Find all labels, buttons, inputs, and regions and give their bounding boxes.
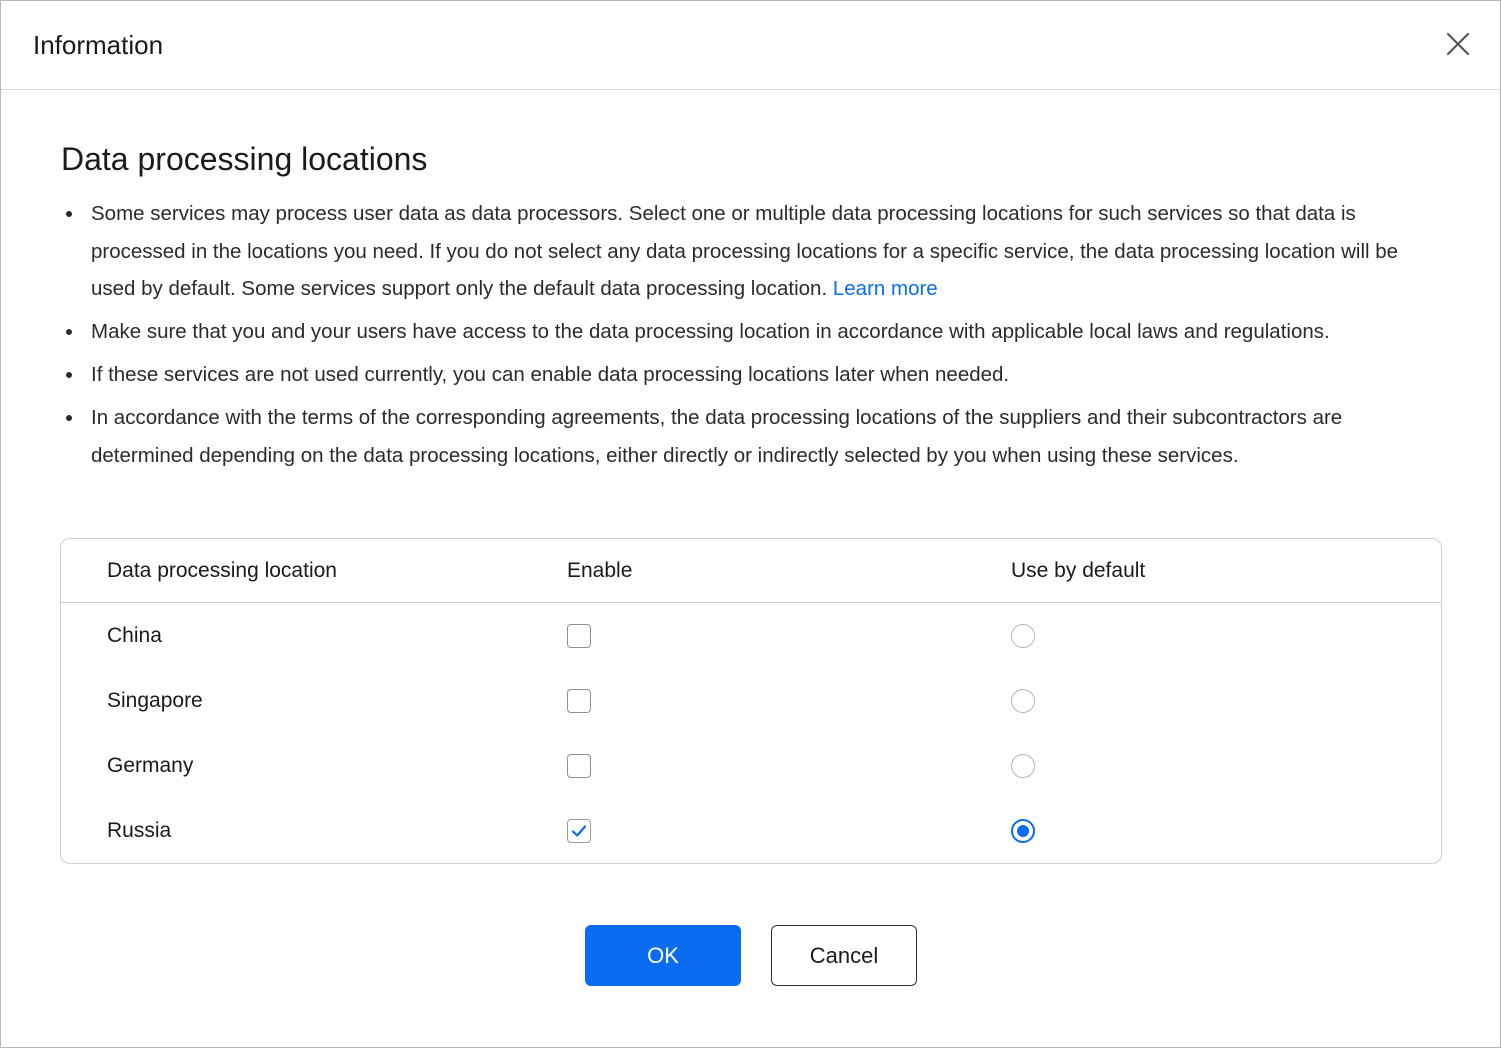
- bullet-dot-icon: [66, 329, 72, 335]
- default-radio-germany[interactable]: [1011, 754, 1035, 778]
- info-bullet-list: Some services may process user data as d…: [61, 195, 1421, 480]
- header-use-by-default: Use by default: [1011, 559, 1146, 582]
- location-name: China: [107, 624, 162, 647]
- bullet-text: Make sure that you and your users have a…: [91, 320, 1330, 343]
- location-name: Russia: [107, 819, 172, 842]
- close-icon: [1446, 32, 1470, 56]
- bullet-dot-icon: [66, 372, 72, 378]
- dialog-header: Information: [1, 1, 1500, 90]
- bullet-item: In accordance with the terms of the corr…: [61, 399, 1421, 474]
- bullet-dot-icon: [66, 415, 72, 421]
- bullet-text: In accordance with the terms of the corr…: [91, 406, 1343, 467]
- section-title: Data processing locations: [61, 141, 428, 177]
- learn-more-link[interactable]: Learn more: [833, 277, 938, 300]
- enable-checkbox-singapore[interactable]: [567, 689, 591, 713]
- bullet-dot-icon: [66, 211, 72, 217]
- location-name: Singapore: [107, 689, 203, 712]
- checkmark-icon: [571, 825, 587, 837]
- table-header: Data processing location Enable Use by d…: [61, 539, 1441, 603]
- default-radio-china[interactable]: [1011, 624, 1035, 648]
- cancel-button[interactable]: Cancel: [771, 925, 917, 986]
- table-row: Singapore: [61, 668, 1441, 733]
- locations-table: Data processing location Enable Use by d…: [60, 538, 1442, 864]
- close-button[interactable]: [1441, 27, 1475, 61]
- table-row: Germany: [61, 733, 1441, 798]
- information-dialog: Information Data processing locations So…: [0, 0, 1501, 1048]
- enable-checkbox-russia[interactable]: [567, 819, 591, 843]
- default-radio-russia[interactable]: [1011, 819, 1035, 843]
- bullet-text: Some services may process user data as d…: [91, 202, 1399, 300]
- enable-checkbox-germany[interactable]: [567, 754, 591, 778]
- table-row: China: [61, 603, 1441, 668]
- dialog-title: Information: [33, 30, 164, 60]
- default-radio-singapore[interactable]: [1011, 689, 1035, 713]
- bullet-item: Make sure that you and your users have a…: [61, 313, 1421, 351]
- bullet-item: Some services may process user data as d…: [61, 195, 1421, 308]
- table-row: Russia: [61, 798, 1441, 863]
- header-enable: Enable: [567, 559, 633, 582]
- enable-checkbox-china[interactable]: [567, 624, 591, 648]
- bullet-item: If these services are not used currently…: [61, 356, 1421, 394]
- bullet-text: If these services are not used currently…: [91, 363, 1010, 386]
- header-location: Data processing location: [107, 559, 337, 582]
- location-name: Germany: [107, 754, 194, 777]
- radio-selected-dot-icon: [1017, 825, 1029, 837]
- ok-button[interactable]: OK: [585, 925, 741, 986]
